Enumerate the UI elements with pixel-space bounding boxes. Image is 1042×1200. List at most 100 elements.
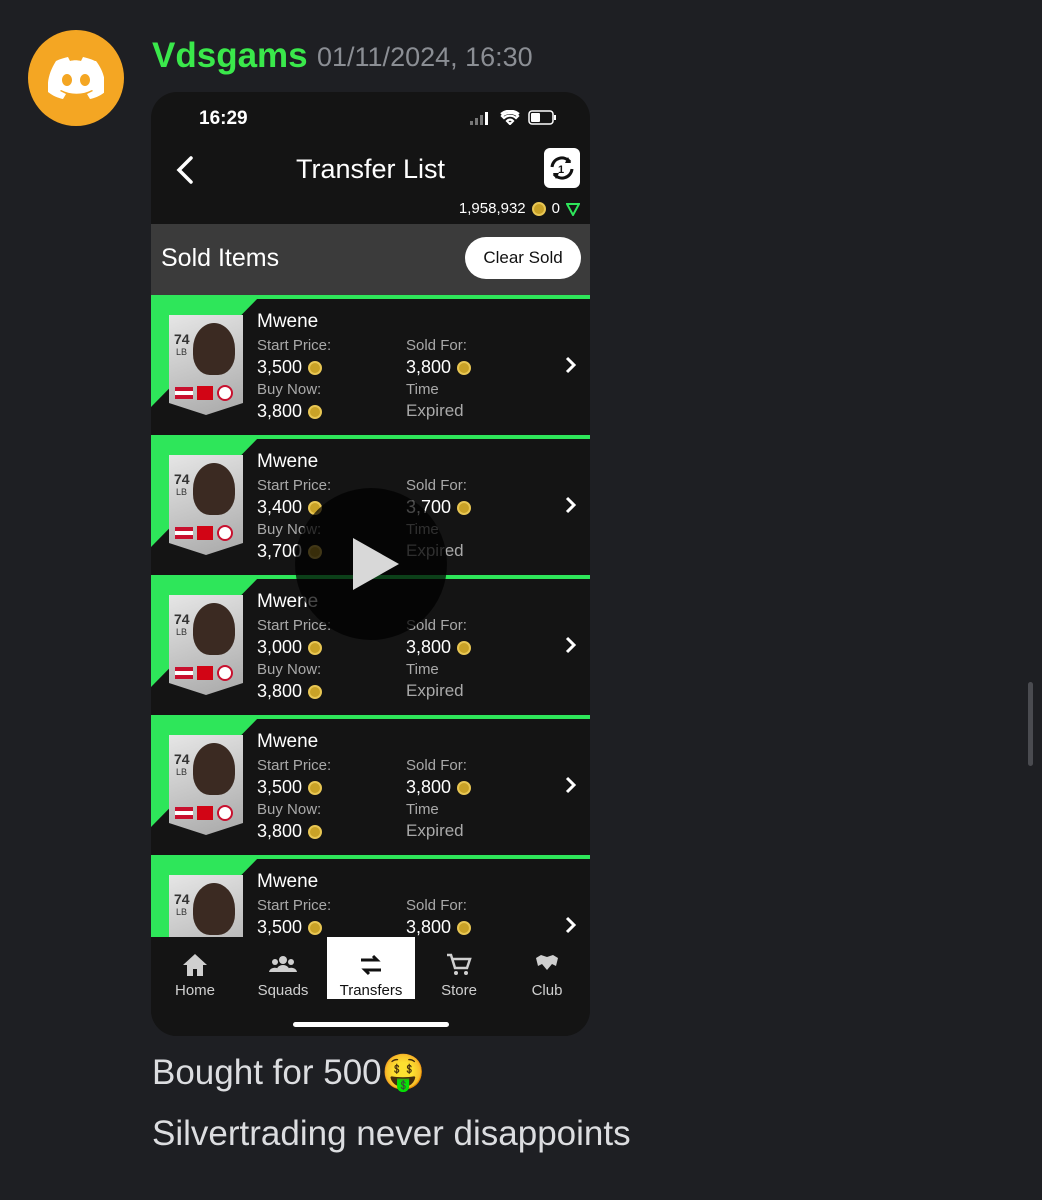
time-value: Expired: [406, 401, 464, 420]
buy-now-value: 3,800: [257, 821, 323, 842]
nav-label: Store: [441, 982, 477, 999]
league-icon: [197, 806, 213, 820]
discord-logo-icon: [48, 57, 104, 99]
player-photo: [193, 463, 235, 515]
chevron-right-icon[interactable]: [564, 635, 578, 655]
play-icon: [353, 538, 399, 590]
coin-icon: [457, 920, 472, 935]
player-name: Mwene: [257, 451, 319, 472]
list-item[interactable]: 74 LB Mwene Start Price: 3,500 Buy Now: …: [151, 295, 590, 435]
time-label: Time: [406, 661, 439, 678]
nav-store[interactable]: Store: [415, 937, 503, 999]
player-card: 74 LB: [169, 735, 243, 835]
start-price-label: Start Price:: [257, 337, 332, 354]
card-position: LB: [176, 907, 188, 917]
player-photo: [193, 883, 235, 935]
message-author[interactable]: Vdsgams: [152, 36, 308, 76]
sold-for-value: 3,800: [406, 637, 472, 658]
club-badge-icon: [217, 385, 233, 401]
squads-icon: [269, 956, 297, 972]
coin-icon: [308, 824, 323, 839]
nation-flag-icon: [175, 387, 193, 399]
player-name: Mwene: [257, 731, 319, 752]
nav-label: Home: [174, 982, 215, 999]
buy-now-value: 3,800: [257, 681, 323, 702]
coin-icon: [308, 684, 323, 699]
club-badge-icon: [217, 665, 233, 681]
sold-for-label: Sold For:: [406, 897, 467, 914]
club-icon: [536, 955, 558, 970]
list-item[interactable]: 74 LB Mwene Start Price: 3,500 Buy Now: …: [151, 715, 590, 855]
coin-icon: [308, 920, 323, 935]
time-value: Expired: [406, 821, 464, 840]
coin-icon: [457, 360, 472, 375]
nav-club[interactable]: Club: [503, 937, 590, 999]
screen-title: Transfer List: [295, 154, 446, 184]
signal-icon: [470, 111, 488, 125]
sold-for-label: Sold For:: [406, 757, 467, 774]
nation-flag-icon: [175, 667, 193, 679]
chevron-right-icon[interactable]: [564, 915, 578, 935]
chevron-right-icon[interactable]: [564, 775, 578, 795]
league-icon: [197, 666, 213, 680]
list-item[interactable]: 74 LB Mwene Start Price: 3,500 Sold For:…: [151, 855, 590, 937]
message-line: Bought for 500🤑: [152, 1053, 426, 1092]
club-badge-icon: [217, 525, 233, 541]
message-line: Silvertrading never disappoints: [152, 1114, 631, 1153]
transfers-icon: [361, 954, 381, 976]
card-rating: 74: [174, 611, 190, 627]
play-video-button[interactable]: [295, 488, 447, 640]
chevron-right-icon[interactable]: [564, 495, 578, 515]
screen-header: Transfer List 1: [151, 144, 590, 204]
coin-balance: 1,958,932: [458, 200, 526, 217]
nation-flag-icon: [175, 807, 193, 819]
card-position: LB: [176, 627, 188, 637]
nav-label: Transfers: [339, 982, 403, 999]
card-position: LB: [176, 347, 188, 357]
start-price-label: Start Price:: [257, 477, 332, 494]
start-price-value: 3,500: [257, 357, 323, 378]
start-price-value: 3,000: [257, 637, 323, 658]
player-photo: [193, 743, 235, 795]
player-photo: [193, 323, 235, 375]
nation-flag-icon: [175, 527, 193, 539]
relist-icon[interactable]: 1: [544, 148, 580, 188]
card-position: LB: [176, 487, 188, 497]
nav-squads[interactable]: Squads: [239, 937, 327, 999]
player-card: 74 LB: [169, 315, 243, 415]
sold-items-header: Sold Items Clear Sold: [151, 224, 590, 296]
discord-avatar[interactable]: [28, 30, 124, 126]
sold-for-label: Sold For:: [406, 477, 467, 494]
home-indicator: [293, 1022, 449, 1027]
sold-for-value: 3,800: [406, 917, 472, 937]
coin-icon: [457, 780, 472, 795]
chevron-right-icon[interactable]: [564, 355, 578, 375]
buy-now-label: Buy Now:: [257, 801, 322, 818]
points-balance: 0: [551, 200, 560, 217]
card-position: LB: [176, 767, 188, 777]
wifi-icon: [500, 110, 520, 125]
start-price-value: 3,500: [257, 777, 323, 798]
time-label: Time: [406, 801, 439, 818]
nav-label: Squads: [257, 982, 309, 999]
clear-sold-button[interactable]: Clear Sold: [465, 237, 581, 279]
nav-home[interactable]: Home: [151, 937, 239, 999]
home-icon: [183, 954, 207, 976]
phone-status-bar: 16:29: [151, 92, 590, 142]
club-badge-icon: [217, 805, 233, 821]
sold-for-value: 3,800: [406, 777, 472, 798]
league-icon: [197, 386, 213, 400]
coin-icon: [308, 640, 323, 655]
nav-transfers[interactable]: Transfers: [327, 937, 415, 999]
card-rating: 74: [174, 471, 190, 487]
card-rating: 74: [174, 891, 190, 907]
player-name: Mwene: [257, 871, 319, 892]
start-price-label: Start Price:: [257, 897, 332, 914]
bottom-navigation: Home Squads Transfers Store Club: [151, 937, 590, 1036]
start-price-value: 3,500: [257, 917, 323, 937]
scrollbar[interactable]: [1028, 682, 1033, 766]
coin-icon: [457, 640, 472, 655]
player-card: 74 LB: [169, 455, 243, 555]
league-icon: [197, 526, 213, 540]
player-name: Mwene: [257, 311, 319, 332]
